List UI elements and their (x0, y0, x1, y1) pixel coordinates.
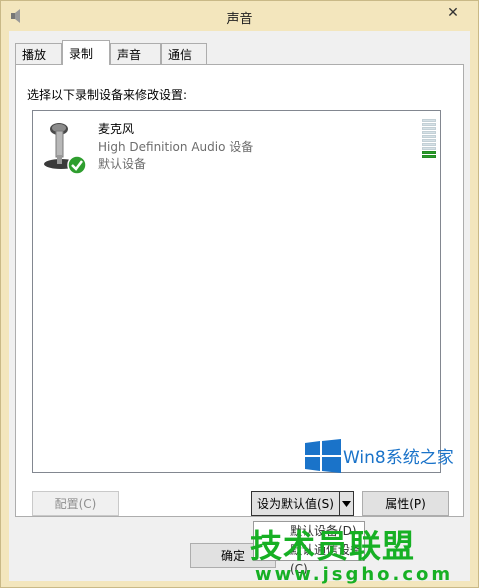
tab-communications[interactable]: 通信 (161, 43, 207, 64)
properties-button[interactable]: 属性(P) (362, 491, 449, 516)
set-default-dropdown[interactable] (339, 491, 354, 516)
device-name: 麦克风 (98, 122, 135, 136)
tab-recording[interactable]: 录制 (62, 40, 110, 65)
window-title: 声音 (226, 12, 253, 27)
level-meter (422, 119, 438, 161)
level-bar (422, 123, 436, 126)
win8-watermark: Win8系统之家 (343, 448, 454, 468)
close-icon: ✕ (447, 5, 459, 21)
level-bar (422, 143, 436, 146)
device-list[interactable]: 麦克风 High Definition Audio 设备 默认设备 (32, 110, 441, 473)
configure-button[interactable]: 配置(C) (32, 491, 119, 516)
device-status: 默认设备 (98, 157, 147, 171)
level-bar (422, 139, 436, 142)
dropdown-arrow-icon (342, 500, 351, 507)
instruction-text: 选择以下录制设备来修改设置: (27, 88, 188, 102)
level-bar (422, 127, 436, 130)
level-bar (422, 131, 436, 134)
close-button[interactable]: ✕ (436, 2, 470, 24)
tab-sounds[interactable]: 声音 (110, 43, 161, 64)
device-description: High Definition Audio 设备 (98, 140, 254, 154)
green-check-icon (67, 155, 87, 175)
level-bar (422, 155, 436, 158)
list-item[interactable]: 麦克风 High Definition Audio 设备 默认设备 (33, 111, 440, 177)
tab-playback[interactable]: 播放 (15, 43, 62, 64)
level-bar (422, 151, 436, 154)
windows-logo-icon (305, 439, 341, 473)
dialog-client-area: 播放 录制 声音 通信 选择以下录制设备来修改设置: 麦克风 High Defi… (9, 31, 470, 581)
level-bar (422, 147, 436, 150)
sound-dialog: 声音 ✕ 播放 录制 声音 通信 选择以下录制设备来修改设置: 麦克风 High… (0, 0, 479, 588)
level-bar (422, 119, 436, 122)
site-watermark-title: 技术员联盟 (250, 527, 416, 565)
site-watermark-url: www.jsgho.com (255, 564, 454, 585)
level-bar (422, 135, 436, 138)
set-default-button[interactable]: 设为默认值(S) (251, 491, 340, 516)
title-bar[interactable]: 声音 ✕ (1, 1, 478, 31)
